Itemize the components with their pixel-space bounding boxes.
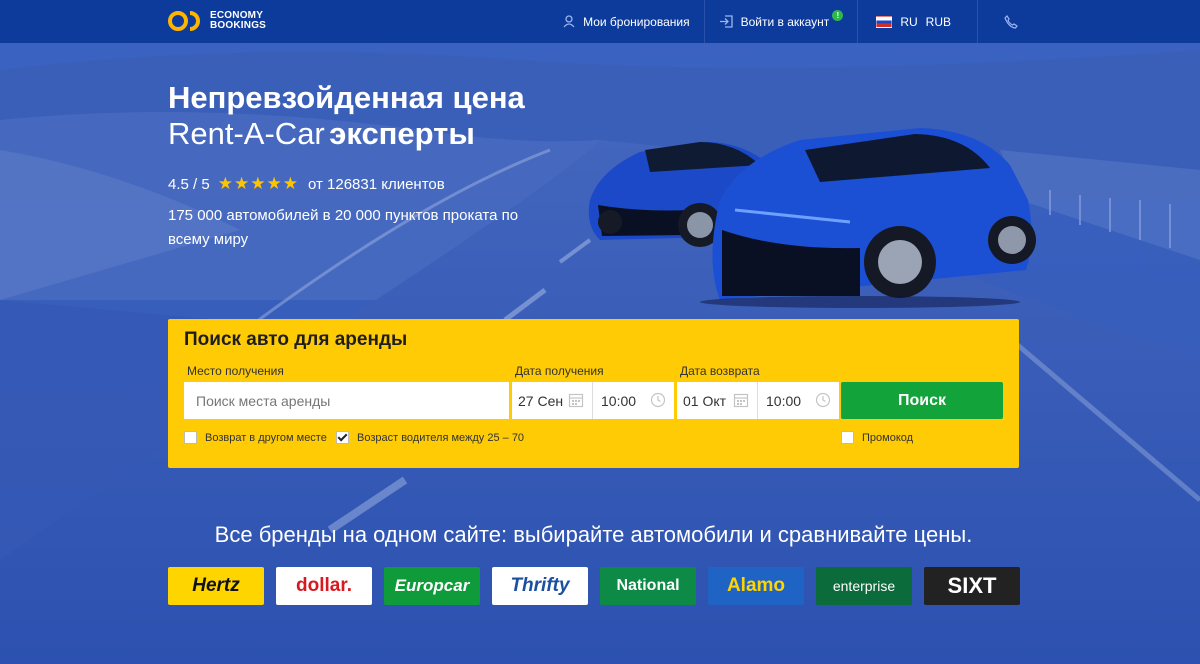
logo[interactable]: ECONOMY BOOKINGS	[168, 10, 266, 32]
my-bookings-label: Мои бронирования	[583, 14, 690, 29]
brand-thrifty[interactable]: Thrifty	[492, 567, 588, 605]
brand-sixt[interactable]: SIXT	[924, 567, 1020, 605]
phone-icon	[1004, 14, 1018, 29]
search-button[interactable]: Поиск	[841, 382, 1003, 419]
return-date-value: 01 Окт	[683, 392, 727, 409]
brand-dollar[interactable]: dollar.	[276, 567, 372, 605]
pickup-time-value: 10:00	[601, 392, 637, 409]
brand-national[interactable]: National	[600, 567, 696, 605]
language-label: RU	[900, 14, 918, 29]
promo-code-box[interactable]	[841, 431, 854, 444]
user-icon	[563, 15, 575, 28]
clients-count: от 126831 клиентов	[307, 175, 445, 193]
return-elsewhere-checkbox[interactable]: Возврат в другом месте	[184, 431, 327, 444]
star-icon: ★	[266, 174, 282, 193]
logo-text: ECONOMY BOOKINGS	[210, 11, 266, 31]
clock-icon	[650, 392, 666, 408]
promo-code-label: Промокод	[862, 431, 914, 444]
currency-label: RUB	[925, 14, 951, 29]
brands-heading: Все бренды на одном сайте: выбирайте авт…	[214, 522, 973, 547]
pickup-date-field[interactable]: 27 Сен	[512, 382, 592, 419]
language-currency-selector[interactable]: RU RUB	[857, 0, 977, 43]
promo-code-checkbox[interactable]: Промокод	[841, 431, 913, 444]
return-time-field[interactable]: 10:00	[758, 382, 839, 419]
driver-age-box[interactable]	[336, 431, 349, 444]
search-title: Поиск авто для аренды	[184, 329, 408, 350]
return-date-field[interactable]: 01 Окт	[677, 382, 757, 419]
star-icon: ★	[217, 174, 233, 193]
login-label: Войти в аккаунт	[740, 14, 830, 29]
phone-button[interactable]	[977, 0, 1032, 43]
logo-icon	[168, 11, 200, 31]
hero-title-line-1: Непревзойденная цена	[168, 80, 525, 115]
return-elsewhere-label: Возврат в другом месте	[205, 431, 327, 444]
hero-title-line-2-bold: эксперты	[329, 116, 475, 151]
hero-title-line-2-regular: Rent-A-Car	[168, 116, 325, 151]
rating-summary: 4.5 / 5 ★ ★ ★ ★ ★ от 126831 клиентов	[168, 174, 445, 194]
pickup-location-placeholder: Поиск места аренды	[196, 392, 331, 409]
calendar-icon	[568, 393, 584, 408]
pickup-date-label: Дата получения	[515, 364, 604, 378]
pickup-time-field[interactable]: 10:00	[593, 382, 674, 419]
top-navigation-bar: ECONOMY BOOKINGS Мои бронирования Войти …	[0, 0, 1200, 43]
logo-line-2: BOOKINGS	[210, 20, 267, 31]
brand-logos: Hertz dollar. Europcar Thrifty National …	[168, 567, 1020, 605]
header-nav: Мои бронирования Войти в аккаунт ! RU RU…	[549, 0, 1032, 43]
return-elsewhere-box[interactable]	[184, 431, 197, 444]
my-bookings-link[interactable]: Мои бронирования	[549, 0, 703, 43]
star-icon: ★	[282, 174, 298, 193]
rating-score: 4.5 / 5	[168, 175, 210, 193]
return-time-value: 10:00	[766, 392, 802, 409]
driver-age-checkbox[interactable]: Возраст водителя между 25 – 70	[336, 431, 524, 444]
hero-tagline: 175 000 автомобилей в 20 000 пунктов про…	[168, 207, 519, 248]
brand-europcar[interactable]: Europcar	[384, 567, 480, 605]
star-icon: ★	[250, 174, 266, 193]
pickup-location-label: Место получения	[187, 364, 284, 378]
login-icon	[719, 15, 733, 28]
driver-age-label: Возраст водителя между 25 – 70	[357, 431, 525, 444]
hero-title: Непревзойденная цена Rent-A-Car эксперты	[168, 80, 525, 158]
pickup-location-input[interactable]: Поиск места аренды	[184, 382, 509, 419]
brand-enterprise[interactable]: enterprise	[816, 567, 912, 605]
clock-icon	[815, 392, 831, 408]
russia-flag-icon	[876, 15, 893, 28]
star-icon: ★	[233, 174, 250, 193]
rating-stars: ★ ★ ★ ★ ★	[218, 174, 298, 194]
calendar-icon	[733, 393, 749, 408]
brand-hertz[interactable]: Hertz	[168, 567, 264, 605]
brand-alamo[interactable]: Alamo	[708, 567, 804, 605]
search-panel: Поиск авто для аренды Место получения Да…	[168, 319, 1019, 468]
login-link[interactable]: Войти в аккаунт !	[703, 0, 858, 43]
pickup-date-value: 27 Сен	[518, 392, 564, 409]
return-date-label: Дата возврата	[680, 364, 760, 378]
login-badge: !	[832, 10, 844, 21]
